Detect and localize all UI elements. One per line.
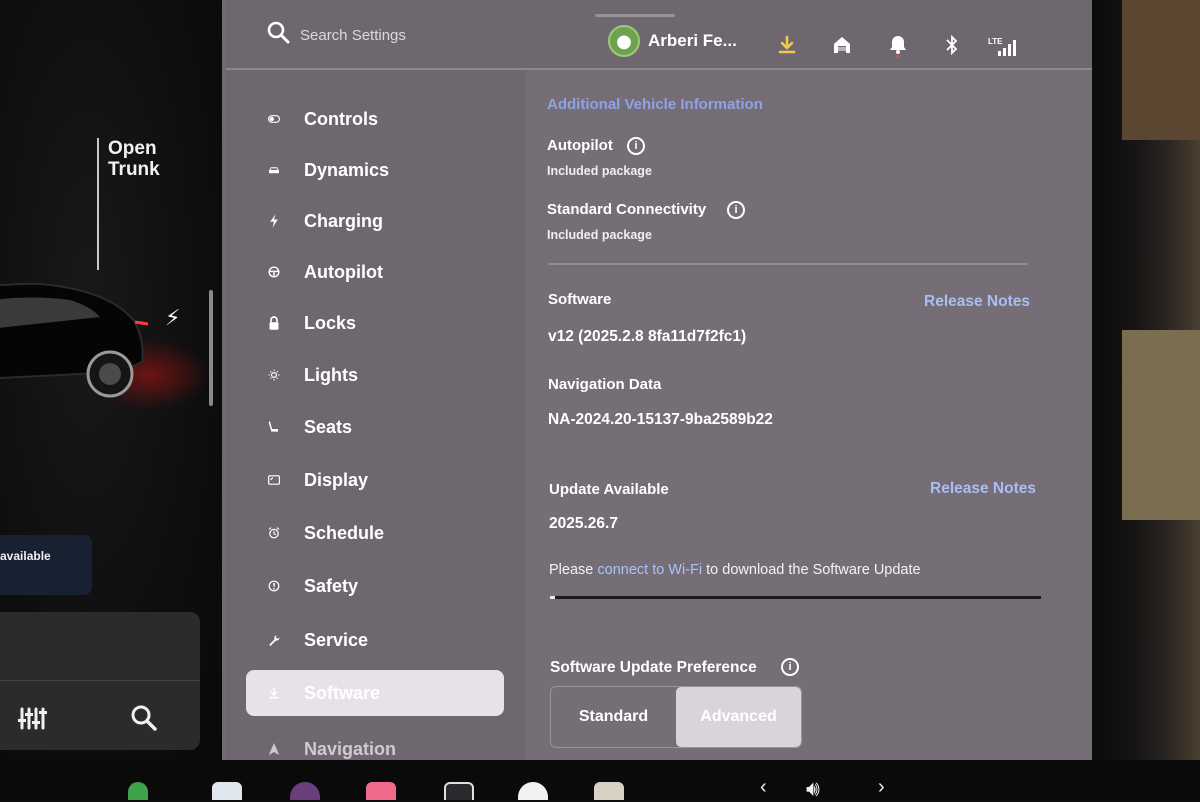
release-notes-link[interactable]: Release Notes	[924, 293, 1030, 311]
alarm-clock-icon	[246, 523, 280, 543]
preference-option-advanced[interactable]: Advanced	[676, 687, 801, 747]
navigation-data-value: NA-2024.20-15137-9ba2589b22	[548, 411, 773, 428]
search-settings-input[interactable]	[300, 20, 540, 50]
trunk-indicator-line	[97, 138, 99, 270]
camera-icon[interactable]	[212, 782, 242, 800]
search-icon[interactable]	[266, 20, 292, 46]
avatar[interactable]	[608, 25, 640, 57]
driver-profile-name[interactable]: Arberi Fe...	[648, 31, 737, 51]
section-divider	[548, 263, 1028, 265]
nav-item-service[interactable]: Service	[246, 618, 504, 662]
nav-item-charging[interactable]: Charging	[246, 199, 504, 243]
autopilot-title: Autopilot	[547, 137, 613, 154]
software-version: v12 (2025.2.8 8fa11d7f2fc1)	[548, 328, 747, 345]
download-icon[interactable]	[774, 32, 800, 58]
steering-wheel-icon	[246, 262, 280, 282]
download-icon	[246, 683, 280, 703]
bolt-icon	[246, 211, 280, 231]
nav-item-label: Dynamics	[304, 159, 390, 180]
update-release-notes-link[interactable]: Release Notes	[930, 480, 1036, 498]
bell-icon[interactable]	[885, 32, 911, 58]
assistant-icon[interactable]	[444, 782, 474, 800]
connectivity-title: Standard Connectivity	[547, 201, 707, 218]
nav-item-seats[interactable]: Seats	[246, 405, 504, 449]
seat-icon	[246, 417, 280, 437]
info-icon[interactable]: i	[627, 137, 645, 155]
nav-item-label: Charging	[304, 210, 383, 231]
update-preference-toggle: Standard Advanced	[550, 686, 802, 748]
nav-item-label: Seats	[304, 416, 353, 437]
charge-port-bolt-icon[interactable]: ⚡︎	[165, 305, 180, 331]
car-visualization-panel: Open Trunk ⚡︎ available	[0, 0, 222, 760]
background-panel	[1122, 0, 1200, 140]
software-title: Software	[548, 291, 612, 308]
quick-controls-divider	[0, 680, 200, 681]
alert-circle-icon	[246, 576, 280, 596]
sliders-icon[interactable]	[17, 705, 47, 738]
car-panel-scrollbar[interactable]	[209, 290, 213, 406]
background-panel	[1122, 330, 1200, 520]
additional-vehicle-info-link[interactable]: Additional Vehicle Information	[547, 96, 763, 113]
car-icon	[246, 162, 280, 178]
lte-signal-icon	[994, 34, 1020, 60]
connect-wifi-link[interactable]: connect to Wi-Fi	[597, 562, 702, 578]
nav-item-safety[interactable]: Safety	[246, 564, 504, 608]
nav-item-software[interactable]: Software	[246, 670, 504, 716]
nav-item-label: Lights	[304, 364, 358, 385]
toggle-icon	[246, 112, 280, 126]
nav-item-label: Controls	[304, 108, 378, 129]
browser-icon[interactable]	[594, 782, 624, 800]
navigation-data-title: Navigation Data	[548, 376, 662, 393]
search-icon[interactable]	[130, 704, 158, 739]
volume-icon[interactable]: 🔊︎	[806, 776, 820, 802]
update-available-text: available	[0, 549, 51, 563]
open-trunk-button[interactable]: Open Trunk	[108, 138, 160, 180]
nav-item-label: Navigation	[304, 738, 397, 759]
app-launcher-icon[interactable]	[366, 782, 396, 800]
navigation-arrow-icon	[246, 740, 280, 758]
update-available-badge[interactable]	[0, 535, 92, 595]
nav-item-autopilot[interactable]: Autopilot	[246, 250, 504, 294]
sun-icon	[246, 365, 280, 385]
nav-item-schedule[interactable]: Schedule	[246, 511, 504, 555]
wifi-note-suffix: to download the Software Update	[702, 562, 921, 578]
bezel-background	[1092, 0, 1200, 800]
preference-option-standard[interactable]: Standard	[551, 687, 676, 747]
volume-next-button[interactable]: ›	[878, 776, 885, 799]
display-icon	[246, 472, 280, 488]
update-available-title: Update Available	[549, 481, 669, 498]
lock-icon	[246, 313, 280, 333]
autopilot-status: Included package	[547, 164, 652, 178]
nav-item-label: Locks	[304, 312, 357, 333]
nav-item-dynamics[interactable]: Dynamics	[246, 148, 504, 192]
connectivity-status: Included package	[547, 228, 652, 242]
info-icon[interactable]: i	[727, 201, 745, 219]
nav-item-display[interactable]: Display	[246, 458, 504, 502]
wifi-note-prefix: Please	[549, 562, 598, 578]
car-image	[0, 282, 149, 398]
home-icon[interactable]	[829, 32, 855, 58]
info-icon[interactable]: i	[781, 658, 799, 676]
nav-item-label: Schedule	[304, 522, 385, 543]
nav-item-controls[interactable]: Controls	[246, 97, 504, 141]
wrench-icon	[246, 630, 280, 650]
nav-item-label: Software	[304, 682, 381, 703]
update-preference-title: Software Update Preference	[550, 659, 757, 676]
download-progress-bar	[550, 596, 1041, 599]
nav-item-lights[interactable]: Lights	[246, 353, 504, 397]
phone-icon[interactable]	[128, 782, 148, 800]
nav-item-locks[interactable]: Locks	[246, 301, 504, 345]
touchscreen: Open Trunk ⚡︎ available Arberi Fe...	[0, 0, 1092, 760]
wifi-note: Please connect to Wi-Fi to download the …	[549, 562, 921, 578]
nav-item-label: Service	[304, 629, 369, 650]
nav-item-label: Safety	[304, 575, 359, 596]
bluetooth-icon[interactable]	[939, 32, 965, 58]
update-version: 2025.26.7	[549, 515, 618, 532]
nav-item-label: Display	[304, 469, 369, 490]
download-progress-fill	[550, 596, 555, 599]
nav-item-label: Autopilot	[304, 261, 383, 282]
top-handle[interactable]	[595, 14, 675, 17]
nav-item-navigation[interactable]: Navigation	[246, 727, 504, 760]
volume-prev-button[interactable]: ‹	[760, 776, 767, 799]
